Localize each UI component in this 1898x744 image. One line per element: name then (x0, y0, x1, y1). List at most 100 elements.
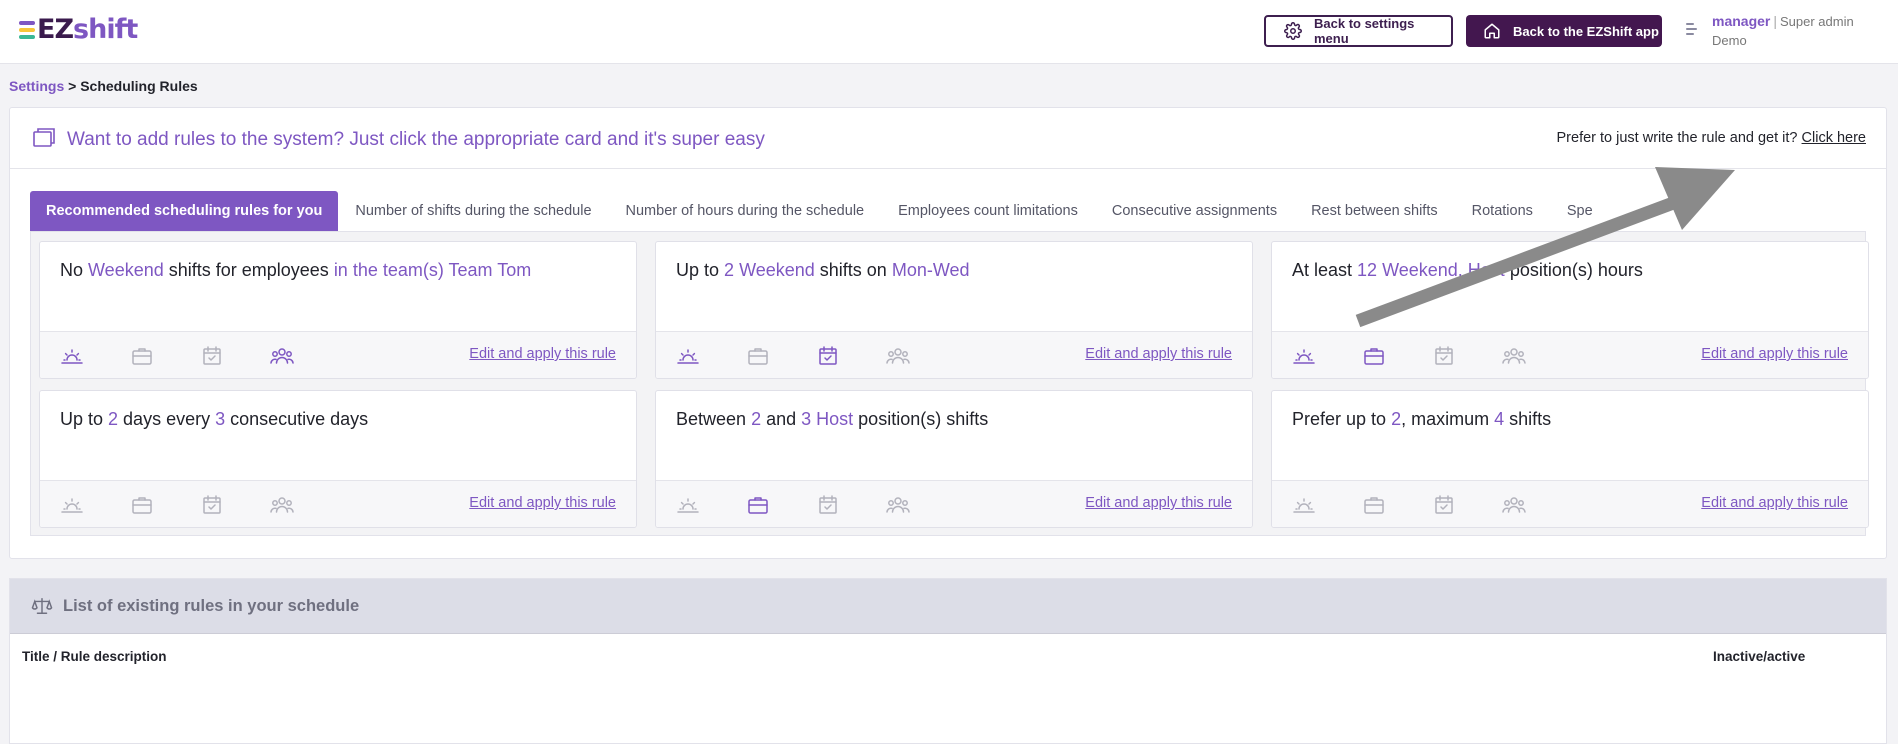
rule-parameter: 2 (1391, 409, 1402, 429)
rule-parameter: 2 (751, 409, 762, 429)
existing-rules-section: List of existing rules in your schedule … (9, 578, 1887, 744)
sunrise-icon (1292, 493, 1316, 517)
rule-parameter: 4 (1494, 409, 1505, 429)
rule-text-part: Between (676, 409, 752, 429)
rule-parameter: Weekend (88, 260, 164, 280)
add-rules-title: Want to add rules to the system? Just cl… (67, 129, 765, 150)
briefcase-icon (1362, 344, 1386, 368)
rule-description: No Weekend shifts for employees in the t… (60, 260, 531, 281)
sunrise-icon (676, 493, 700, 517)
scale-icon (31, 596, 53, 621)
sunrise-icon (60, 493, 84, 517)
rule-card-footer: Edit and apply this rule (1272, 331, 1868, 378)
breadcrumb-separator: > (68, 78, 77, 94)
rule-card[interactable]: Up to 2 days every 3 consecutive days Edi… (39, 390, 637, 528)
back-to-settings-button[interactable]: Back to settings menu (1264, 15, 1453, 47)
breadcrumb-settings-link[interactable]: Settings (9, 78, 64, 94)
rule-card[interactable]: No Weekend shifts for employees in the t… (39, 241, 637, 379)
rule-text-part: position(s) shifts (853, 409, 989, 429)
people-icon (885, 344, 910, 368)
home-icon (1483, 22, 1501, 40)
rule-card[interactable]: Up to 2 Weekend shifts on Mon-Wed Edit an… (655, 241, 1253, 379)
rule-card-footer: Edit and apply this rule (40, 480, 636, 527)
rule-text-part: Up to (60, 409, 109, 429)
edit-apply-rule-link[interactable]: Edit and apply this rule (1701, 495, 1848, 511)
people-icon (1501, 344, 1526, 368)
briefcase-icon (1362, 493, 1386, 517)
ezshift-logo[interactable]: EZshift (19, 14, 138, 45)
write-rule-hint-text: Prefer to just write the rule and get it… (1556, 130, 1798, 146)
people-icon (269, 493, 294, 517)
back-to-app-button[interactable]: Back to the EZShift app (1466, 15, 1662, 47)
tab-6[interactable]: Rotations (1455, 191, 1550, 231)
rule-text-part: No (60, 260, 89, 280)
user-name: manager (1712, 13, 1771, 29)
calendar-check-icon (1432, 493, 1456, 517)
tab-2[interactable]: Number of hours during the schedule (609, 191, 882, 231)
edit-apply-rule-link[interactable]: Edit and apply this rule (1701, 346, 1848, 362)
gear-icon (1284, 22, 1302, 40)
rule-parameter: Host (816, 409, 854, 429)
rule-description: Between 2 and 3 Host position(s) shifts (676, 409, 988, 430)
rule-card-footer: Edit and apply this rule (40, 331, 636, 378)
rule-card[interactable]: Prefer up to 2, maximum 4 shifts Edit and… (1271, 390, 1869, 528)
rule-text-part: shifts (1504, 409, 1552, 429)
calendar-check-icon (1432, 344, 1456, 368)
people-icon (269, 344, 294, 368)
calendar-check-icon (816, 344, 840, 368)
existing-rules-title: List of existing rules in your schedule (63, 597, 360, 615)
tab-5[interactable]: Rest between shifts (1294, 191, 1455, 231)
edit-apply-rule-link[interactable]: Edit and apply this rule (1085, 495, 1232, 511)
rule-text-part: shifts for employees (163, 260, 334, 280)
briefcase-icon (746, 344, 770, 368)
logo-text-shift: shift (73, 14, 138, 45)
top-bar: EZshift Back to settings menu Back to th… (0, 0, 1898, 64)
tab-0[interactable]: Recommended scheduling rules for you (30, 191, 339, 231)
edit-apply-rule-link[interactable]: Edit and apply this rule (469, 495, 616, 511)
back-to-app-label: Back to the EZShift app (1513, 23, 1659, 39)
rule-card[interactable]: Between 2 and 3 Host position(s) shifts E… (655, 390, 1253, 528)
rule-cards-grid: No Weekend shifts for employees in the t… (30, 231, 1869, 536)
tab-1[interactable]: Number of shifts during the schedule (338, 191, 608, 231)
rule-parameter: Weekend (739, 260, 815, 280)
rule-category-tabs: Recommended scheduling rules for you Numb… (30, 191, 1730, 231)
rule-parameter: in the team(s) Team Tom (333, 260, 532, 280)
rule-parameter: 3 (215, 409, 226, 429)
rule-parameter: Weekend, Host (1382, 260, 1505, 280)
tab-7[interactable]: Spe (1550, 191, 1610, 231)
rule-card[interactable]: At least 12 Weekend, Host position(s) ho… (1271, 241, 1869, 379)
rule-text-part: shifts on (814, 260, 892, 280)
add-rules-header: Want to add rules to the system? Just cl… (10, 108, 1886, 169)
rule-text-part: position(s) hours (1504, 260, 1643, 280)
edit-apply-rule-link[interactable]: Edit and apply this rule (469, 346, 616, 362)
rule-text-part: Up to (676, 260, 725, 280)
rule-card-footer: Edit and apply this rule (656, 480, 1252, 527)
rule-description: At least 12 Weekend, Host position(s) ho… (1292, 260, 1643, 281)
logo-mark-icon (19, 20, 35, 39)
calendar-check-icon (816, 493, 840, 517)
rule-text-part: days every (118, 409, 216, 429)
tab-3[interactable]: Employees count limitations (881, 191, 1095, 231)
rule-parameter: 12 (1357, 260, 1378, 280)
rule-card-footer: Edit and apply this rule (656, 331, 1252, 378)
sunrise-icon (60, 344, 84, 368)
cards-icon (32, 127, 56, 154)
click-here-link[interactable]: Click here (1802, 130, 1866, 146)
rule-text-part: and (761, 409, 802, 429)
column-header-active: Inactive/active (1713, 649, 1806, 664)
add-rules-panel: Want to add rules to the system? Just cl… (9, 107, 1887, 559)
edit-apply-rule-link[interactable]: Edit and apply this rule (1085, 346, 1232, 362)
people-icon (885, 493, 910, 517)
rule-description: Prefer up to 2, maximum 4 shifts (1292, 409, 1551, 430)
rule-parameter: 2 (724, 260, 735, 280)
back-to-settings-label: Back to settings menu (1314, 16, 1415, 46)
rule-text-part: consecutive days (225, 409, 369, 429)
rule-text-part: Prefer up to (1292, 409, 1392, 429)
menu-icon (1686, 23, 1697, 35)
write-rule-hint: Prefer to just write the rule and get it… (1557, 130, 1867, 146)
sunrise-icon (676, 344, 700, 368)
rule-description: Up to 2 Weekend shifts on Mon-Wed (676, 260, 970, 281)
user-role: Super admin (1780, 14, 1854, 29)
tab-4[interactable]: Consecutive assignments (1095, 191, 1294, 231)
breadcrumb-current: Scheduling Rules (80, 78, 198, 94)
